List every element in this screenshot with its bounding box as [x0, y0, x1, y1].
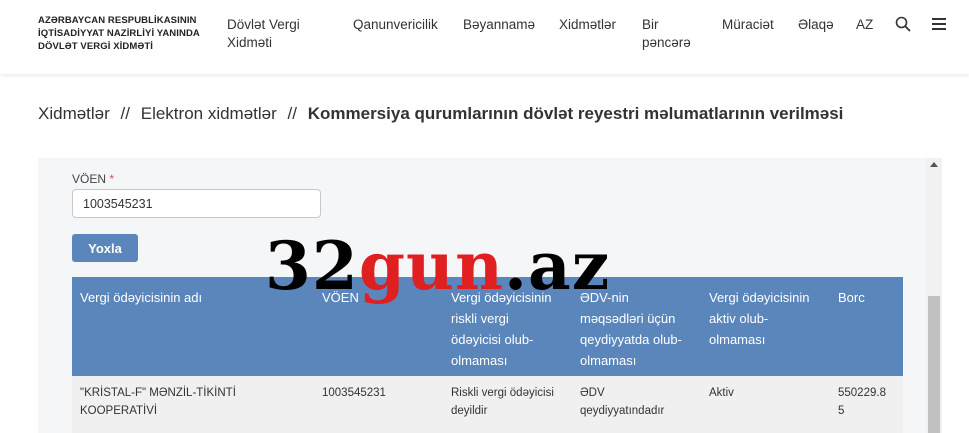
nav-label: Bir — [642, 17, 659, 32]
watermark-part: .az — [503, 227, 611, 305]
nav-label: Qanunvericilik — [353, 17, 438, 32]
column-header-name: Vergi ödəyicisinin adı — [80, 287, 202, 308]
cell-text: qeydiyyatındadır — [580, 405, 665, 417]
cell-text: Aktiv — [709, 387, 734, 399]
header-text: qeydiyyatda olub- — [580, 332, 682, 347]
header-text: Vergi ödəyicisinin — [709, 290, 810, 305]
logo-line: İQTİSADİYYAT NAZİRLİYİ YANINDA — [38, 28, 200, 39]
logo-line: AZƏRBAYCAN RESPUBLİKASININ — [38, 15, 197, 26]
header-text: olmaması — [709, 332, 766, 347]
scrollbar[interactable] — [926, 158, 942, 433]
nav-xidmetler[interactable]: Xidmətlər — [559, 16, 616, 34]
hamburger-menu-icon[interactable] — [932, 18, 946, 30]
cell-text: Riskli vergi ödəyicisi — [451, 387, 554, 399]
breadcrumb-separator: // — [120, 104, 130, 123]
nav-muraciet[interactable]: Müraciət — [722, 16, 774, 34]
language-switch[interactable]: AZ — [856, 16, 873, 34]
voen-label-text: VÖEN — [72, 172, 107, 186]
cell-text: 1003545231 — [322, 387, 386, 399]
nav-label: AZ — [856, 17, 874, 32]
breadcrumb: Xidmətlər // Elektron xidmətlər // Komme… — [38, 104, 843, 124]
nav-beyanname[interactable]: Bəyannamə — [463, 16, 535, 34]
cell-voen: 1003545231 — [322, 384, 386, 402]
header-text: olmaması — [451, 353, 508, 368]
cell-active: Aktiv — [709, 384, 734, 402]
voen-input[interactable] — [72, 189, 321, 218]
header-text: ödəyicisi olub- — [451, 332, 534, 347]
cell-text: "KRİSTAL-F" MƏNZİL-TİKİNTİ — [80, 387, 236, 399]
watermark-part: 32 — [265, 227, 359, 305]
cell-text: ƏDV — [580, 387, 605, 399]
watermark: 32gun.az — [265, 226, 610, 306]
header-text: aktiv olub- — [709, 311, 769, 326]
nav-label: Bəyannamə — [463, 17, 536, 32]
nav-dovlet-vergi-xidmeti[interactable]: Dövlət Vergi Xidməti — [227, 16, 300, 52]
scroll-thumb[interactable] — [928, 296, 940, 433]
header-text: riskli vergi — [451, 311, 509, 326]
cell-vat: ƏDV qeydiyyatındadır — [580, 384, 664, 420]
cell-text: 550229.8 — [838, 387, 886, 399]
cell-text: 5 — [838, 405, 845, 417]
check-button[interactable]: Yoxla — [72, 234, 138, 262]
nav-label: Müraciət — [722, 17, 774, 32]
header-text: Borc — [838, 290, 865, 305]
nav-label: Əlaqə — [798, 17, 834, 32]
logo-line: DÖVLƏT VERGİ XİDMƏTİ — [38, 41, 154, 52]
table-row: "KRİSTAL-F" MƏNZİL-TİKİNTİ KOOPERATİVİ 1… — [72, 376, 903, 433]
search-icon[interactable] — [895, 16, 911, 32]
nav-label: pəncərə — [642, 35, 691, 50]
site-header: AZƏRBAYCAN RESPUBLİKASININ İQTİSADİYYAT … — [0, 0, 969, 74]
column-header-debt: Borc — [838, 287, 865, 308]
breadcrumb-link-elektron-xidmetler[interactable]: Elektron xidmətlər — [141, 104, 277, 123]
nav-label: Xidmətlər — [559, 17, 617, 32]
cell-debt: 550229.8 5 — [838, 384, 886, 420]
header-text: olmaması — [580, 353, 637, 368]
cell-text: KOOPERATİVİ — [80, 405, 158, 417]
breadcrumb-current: Kommersiya qurumlarının dövlət reyestri … — [307, 104, 844, 123]
nav-label: Xidməti — [227, 35, 273, 50]
breadcrumb-separator: // — [287, 104, 297, 123]
nav-bir-pencere[interactable]: Bir pəncərə — [642, 16, 691, 52]
nav-elaqe[interactable]: Əlaqə — [798, 16, 834, 34]
header-text: məqsədləri üçün — [580, 311, 676, 326]
site-logo[interactable]: AZƏRBAYCAN RESPUBLİKASININ İQTİSADİYYAT … — [38, 14, 218, 53]
cell-name: "KRİSTAL-F" MƏNZİL-TİKİNTİ KOOPERATİVİ — [80, 384, 236, 420]
voen-label: VÖEN * — [72, 172, 114, 186]
column-header-active: Vergi ödəyicisinin aktiv olub- olmaması — [709, 287, 809, 350]
cell-risky: Riskli vergi ödəyicisi deyildir — [451, 384, 554, 420]
required-mark: * — [109, 172, 115, 186]
header-text: Vergi ödəyicisinin adı — [80, 290, 203, 305]
nav-label: Dövlət Vergi — [227, 17, 300, 32]
watermark-part: gun — [358, 227, 504, 305]
nav-qanunvericilik[interactable]: Qanunvericilik — [353, 16, 438, 34]
scroll-up-arrow-icon[interactable] — [930, 162, 938, 167]
cell-text: deyildir — [451, 405, 488, 417]
breadcrumb-link-xidmetler[interactable]: Xidmətlər — [38, 104, 110, 123]
